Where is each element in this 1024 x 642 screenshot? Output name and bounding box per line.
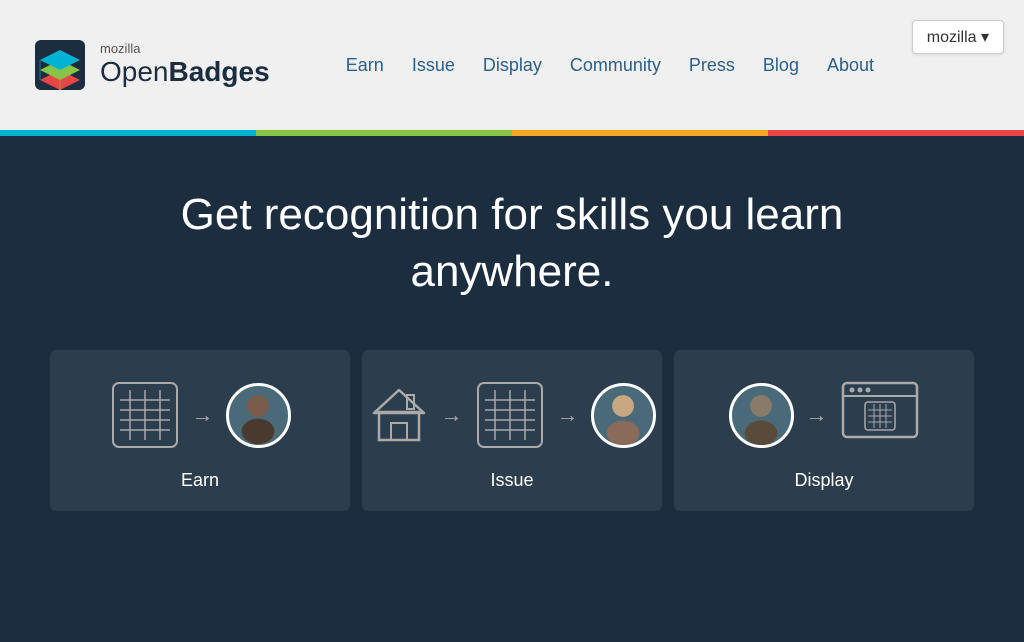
bar-green <box>256 130 512 136</box>
earn-avatar <box>226 383 291 448</box>
main-nav: Earn Issue Display Community Press Blog … <box>346 55 874 76</box>
earn-card-icons: → <box>110 380 291 450</box>
nav-blog[interactable]: Blog <box>763 55 799 76</box>
hero-title: Get recognition for skills you learn any… <box>137 186 887 300</box>
mozilla-dropdown-button[interactable]: mozilla ▾ <box>912 20 1004 54</box>
issue-card-icons: → → <box>369 380 656 450</box>
bar-blue <box>0 130 256 136</box>
nav-issue[interactable]: Issue <box>412 55 455 76</box>
logo-mozilla-text: mozilla <box>100 42 270 56</box>
nav-about[interactable]: About <box>827 55 874 76</box>
nav-community[interactable]: Community <box>570 55 661 76</box>
nav-press[interactable]: Press <box>689 55 735 76</box>
logo-text: mozilla OpenBadges <box>100 42 270 87</box>
nav-display[interactable]: Display <box>483 55 542 76</box>
logo[interactable]: mozilla OpenBadges <box>30 35 270 95</box>
earn-card-label: Earn <box>181 470 219 491</box>
earn-arrow-icon: → <box>192 402 214 428</box>
logo-icon <box>30 35 90 95</box>
issue-arrow2-icon: → <box>557 402 579 428</box>
display-card-label: Display <box>794 470 853 491</box>
hero-section: Get recognition for skills you learn any… <box>0 136 1024 551</box>
display-card[interactable]: → <box>674 350 974 511</box>
display-browser-icon <box>840 380 920 450</box>
logo-brand-text: OpenBadges <box>100 57 270 88</box>
house-icon <box>369 385 429 445</box>
badge-wireframe-icon <box>110 380 180 450</box>
issue-badge-icon <box>475 380 545 450</box>
bar-orange <box>512 130 768 136</box>
nav-earn[interactable]: Earn <box>346 55 384 76</box>
issue-card-label: Issue <box>490 470 533 491</box>
issue-arrow1-icon: → <box>441 402 463 428</box>
bar-red <box>768 130 1024 136</box>
issue-card[interactable]: → → <box>362 350 662 511</box>
display-avatar <box>729 383 794 448</box>
color-bar <box>0 130 1024 136</box>
header: mozilla OpenBadges Earn Issue Display Co… <box>0 0 1024 130</box>
feature-cards: → Earn <box>20 350 1004 511</box>
earn-card[interactable]: → Earn <box>50 350 350 511</box>
display-arrow-icon: → <box>806 402 828 428</box>
issue-avatar <box>591 383 656 448</box>
display-card-icons: → <box>729 380 920 450</box>
